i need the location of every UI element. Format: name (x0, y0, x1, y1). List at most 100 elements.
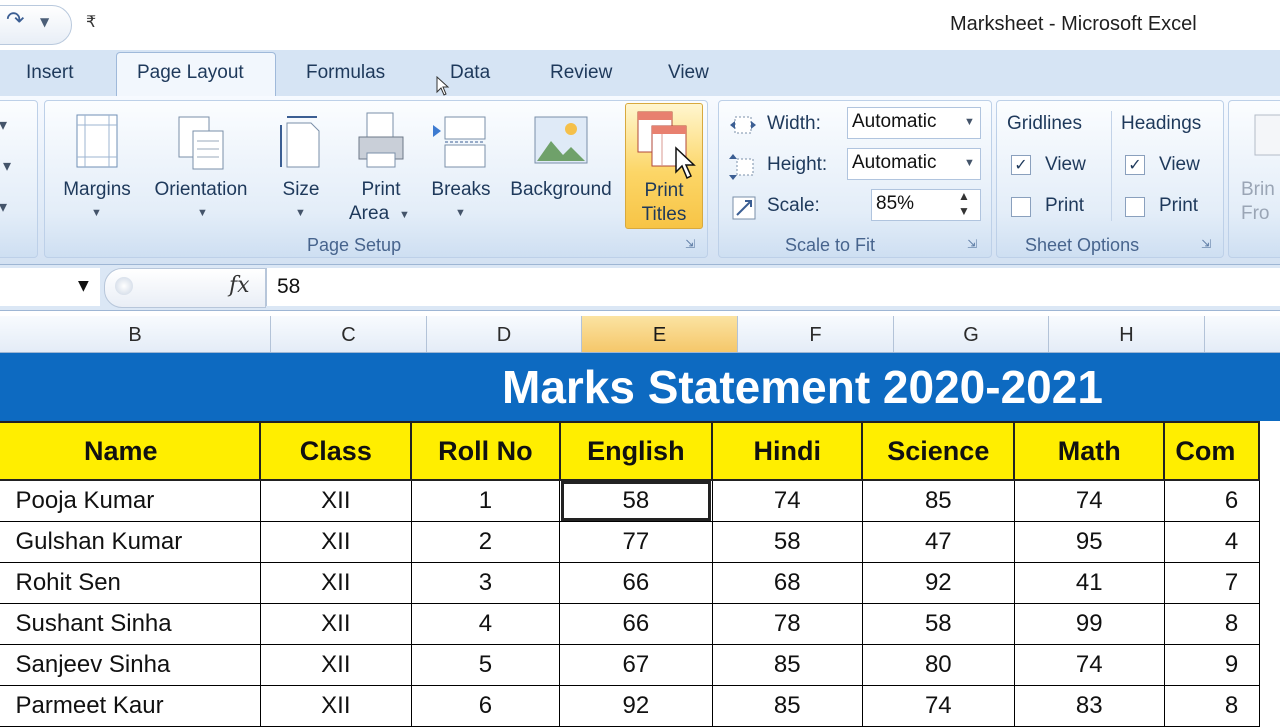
column-header-c[interactable]: C (271, 316, 427, 352)
orientation-button[interactable]: Orientation ▼ (143, 107, 259, 227)
tab-insert[interactable]: Insert (26, 62, 74, 84)
cell[interactable]: Sanjeev Sinha (0, 644, 261, 686)
cell[interactable]: 77 (559, 521, 713, 563)
header-cell[interactable]: Math (1013, 421, 1166, 481)
name-box[interactable]: ▼ (0, 268, 100, 306)
cell[interactable]: 1 (410, 479, 561, 522)
name-box-dropdown-icon[interactable]: ▼ (78, 278, 89, 294)
redo-dropdown-icon[interactable]: ▼ (40, 15, 49, 29)
cell[interactable]: 3 (410, 562, 561, 604)
themes-dropdown-icon[interactable]: ▾ (0, 115, 7, 134)
cell[interactable]: Pooja Kumar (0, 479, 261, 522)
formula-input[interactable]: 58 (266, 268, 1280, 306)
column-header-b[interactable]: B (0, 316, 271, 352)
cell[interactable]: 6 (1163, 479, 1260, 522)
column-header-f[interactable]: F (738, 316, 894, 352)
cell[interactable]: 47 (861, 521, 1015, 563)
column-header-h[interactable]: H (1049, 316, 1205, 352)
tab-page-layout[interactable]: Page Layout (137, 62, 244, 84)
cell[interactable]: 67 (559, 644, 713, 686)
cell[interactable]: 66 (559, 603, 713, 645)
cell[interactable]: 68 (711, 562, 863, 604)
cell[interactable]: XII (259, 685, 412, 727)
column-header-i[interactable] (1205, 316, 1280, 352)
height-dropdown[interactable]: Automatic ▼ (847, 148, 981, 180)
cell[interactable]: 7 (1163, 562, 1260, 604)
scale-to-fit-launcher-icon[interactable]: ⇲ (967, 237, 977, 251)
scale-up-icon[interactable]: ▲ (958, 189, 970, 203)
cell[interactable]: 66 (559, 562, 713, 604)
cell[interactable]: 58 (711, 521, 863, 563)
cell[interactable]: 85 (711, 685, 863, 727)
scale-down-icon[interactable]: ▼ (958, 204, 970, 218)
cell[interactable]: 83 (1013, 685, 1165, 727)
cell[interactable]: XII (259, 521, 412, 563)
cell[interactable]: 8 (1163, 603, 1260, 645)
gridlines-print-checkbox[interactable] (1011, 197, 1031, 217)
cell[interactable]: 92 (559, 685, 713, 727)
expand-handle-icon[interactable] (115, 277, 133, 295)
active-cell[interactable]: 58 (559, 479, 713, 522)
cell[interactable]: 74 (1013, 644, 1165, 686)
cell[interactable]: XII (259, 603, 412, 645)
cell[interactable]: 85 (711, 644, 863, 686)
header-cell[interactable]: Class (259, 421, 413, 481)
cell[interactable]: Gulshan Kumar (0, 521, 261, 563)
tab-review[interactable]: Review (550, 62, 612, 84)
headings-print-checkbox[interactable] (1125, 197, 1145, 217)
header-cell[interactable]: Com (1163, 421, 1260, 481)
cell[interactable]: 92 (861, 562, 1015, 604)
header-cell[interactable]: Roll No (410, 421, 561, 481)
cell[interactable]: 4 (1163, 521, 1260, 563)
size-button[interactable]: Size ▼ (263, 107, 339, 227)
tab-data[interactable]: Data (450, 62, 490, 84)
redo-icon[interactable]: ↷ (6, 8, 24, 33)
bring-forward-button[interactable]: Brin Fro (1235, 107, 1280, 227)
cell[interactable]: XII (259, 562, 412, 604)
column-header-g[interactable]: G (894, 316, 1049, 352)
header-cell[interactable]: Science (861, 421, 1016, 481)
insert-function-icon[interactable]: fx (229, 273, 250, 298)
cell[interactable]: XII (259, 479, 412, 522)
cell[interactable]: 74 (711, 479, 863, 522)
page-setup-launcher-icon[interactable]: ⇲ (685, 237, 695, 251)
cell[interactable]: 9 (1163, 644, 1260, 686)
tab-formulas[interactable]: Formulas (306, 62, 385, 84)
header-cell[interactable]: Hindi (711, 421, 864, 481)
tab-view[interactable]: View (668, 62, 709, 84)
margins-button[interactable]: Margins ▼ (53, 107, 139, 227)
theme-effects-dropdown-icon[interactable]: ▾ (0, 197, 7, 216)
cell[interactable]: 78 (711, 603, 863, 645)
cell[interactable]: 80 (861, 644, 1015, 686)
cell[interactable]: 2 (410, 521, 561, 563)
sheet-options-launcher-icon[interactable]: ⇲ (1201, 237, 1211, 251)
header-cell[interactable]: Name (0, 421, 262, 481)
cell[interactable]: 6 (410, 685, 561, 727)
headings-view-checkbox[interactable]: ✓ (1125, 155, 1145, 175)
cell[interactable]: 74 (1013, 479, 1165, 522)
cell[interactable]: 58 (861, 603, 1015, 645)
cell[interactable]: Rohit Sen (0, 562, 261, 604)
cell[interactable]: Parmeet Kaur (0, 685, 261, 727)
print-area-button[interactable]: Print Area ▼ (343, 107, 419, 247)
gridlines-view-checkbox[interactable]: ✓ (1011, 155, 1031, 175)
header-cell[interactable]: English (558, 421, 714, 481)
cell[interactable]: 74 (861, 685, 1015, 727)
cell[interactable]: Sushant Sinha (0, 603, 261, 645)
cell[interactable]: 85 (861, 479, 1015, 522)
theme-fonts-dropdown-icon[interactable]: ▾ (3, 156, 11, 175)
background-button[interactable]: Background (501, 107, 621, 227)
column-header-d[interactable]: D (427, 316, 582, 352)
breaks-button[interactable]: Breaks ▼ (423, 107, 499, 227)
customize-toolbar-icon[interactable]: ₹ (86, 12, 96, 31)
width-dropdown[interactable]: Automatic ▼ (847, 107, 981, 139)
cell[interactable]: XII (259, 644, 412, 686)
scale-spinner[interactable]: 85% ▲ ▼ (871, 189, 981, 221)
cell[interactable]: 95 (1013, 521, 1165, 563)
cell[interactable]: 41 (1013, 562, 1165, 604)
cell[interactable]: 4 (410, 603, 561, 645)
cell[interactable]: 8 (1163, 685, 1260, 727)
column-header-e[interactable]: E (582, 316, 738, 352)
cell[interactable]: 5 (410, 644, 561, 686)
cell[interactable]: 99 (1013, 603, 1165, 645)
